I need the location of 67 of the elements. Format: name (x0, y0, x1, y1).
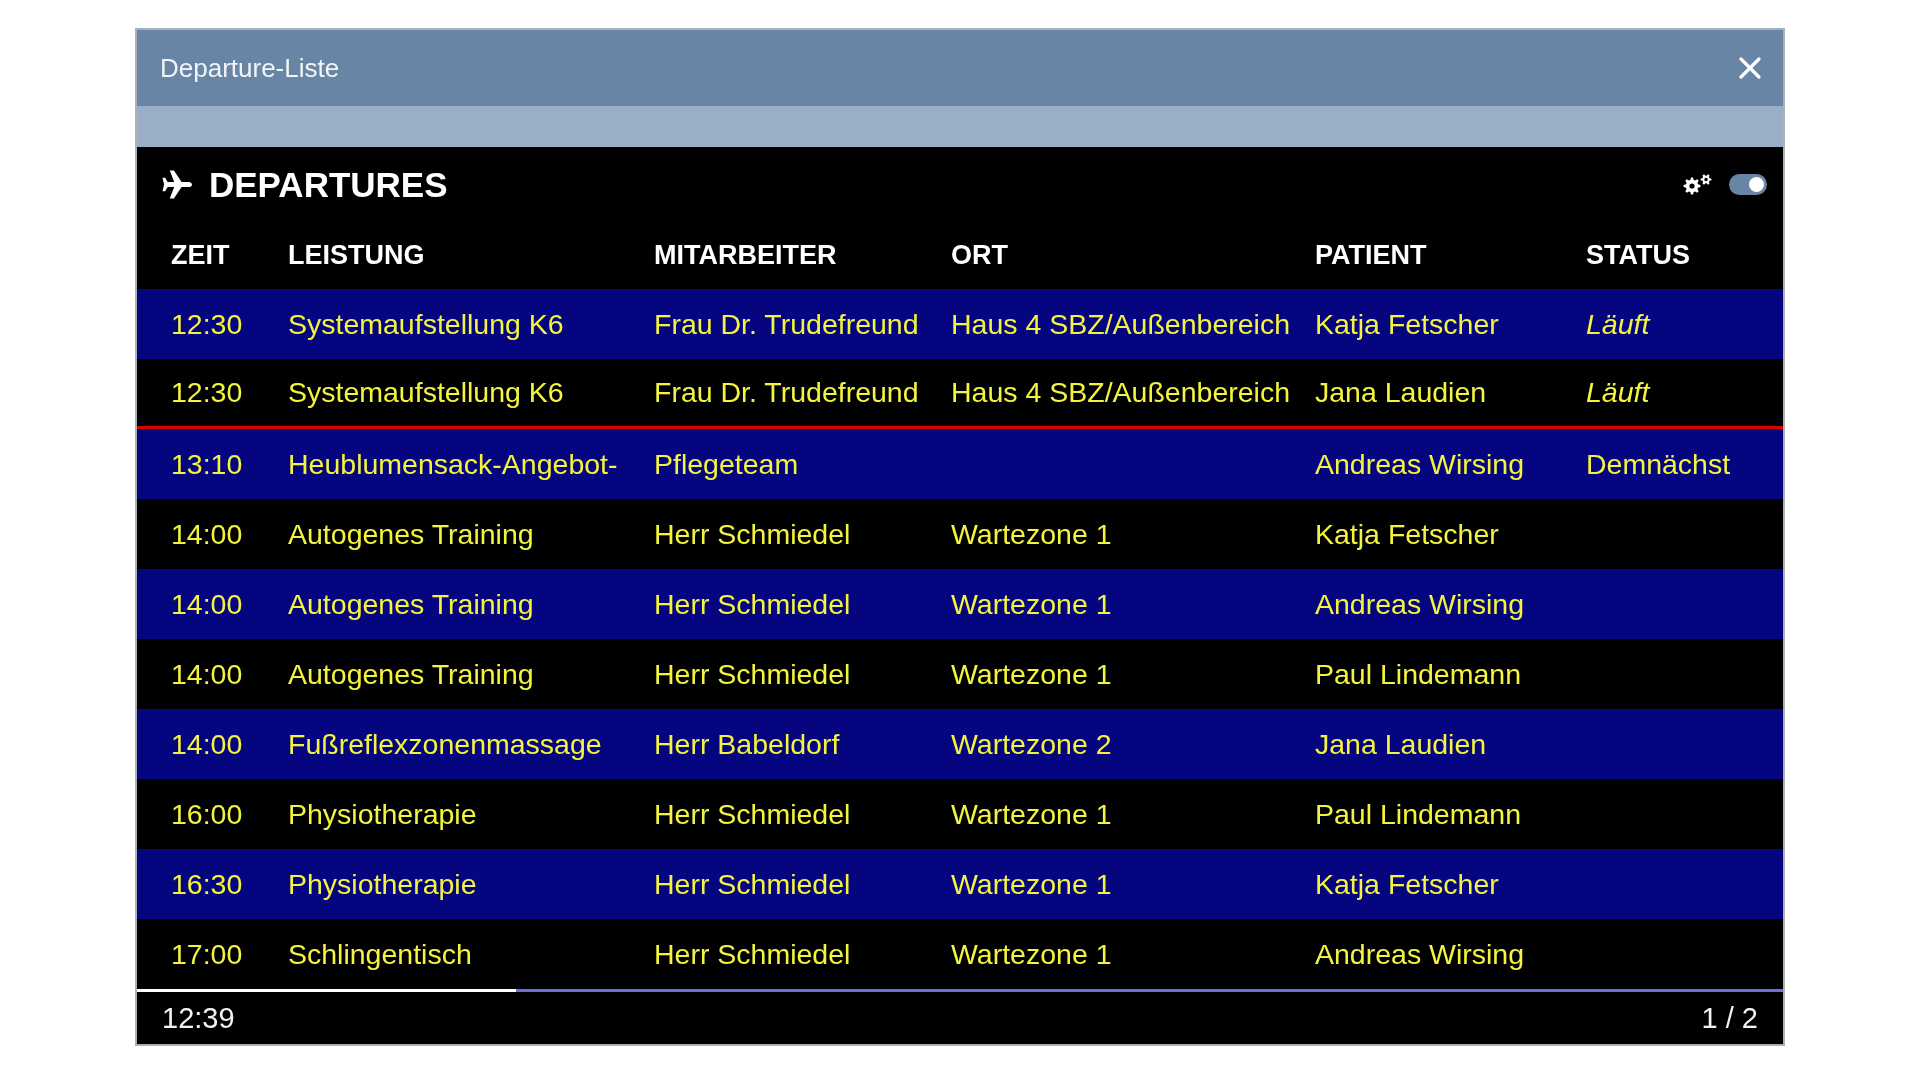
table-cell: Demnächst (1586, 447, 1731, 481)
table-cell: Physiotherapie (288, 797, 477, 831)
table-cell: Wartezone 1 (951, 587, 1112, 621)
table-cell: Haus 4 SBZ/Außenbereich (951, 376, 1290, 409)
toggle-switch[interactable] (1729, 173, 1767, 195)
table-cell: Herr Schmiedel (654, 937, 851, 971)
table-cell: Herr Schmiedel (654, 587, 851, 621)
column-header: MITARBEITER (654, 241, 837, 269)
table-cell: 12:30 (171, 307, 243, 341)
table-cell: Frau Dr. Trudefreund (654, 307, 919, 341)
table-cell: Andreas Wirsing (1315, 587, 1525, 621)
table-cell: Läuft (1586, 307, 1650, 341)
table-cell: Läuft (1586, 376, 1650, 409)
window-title: Departure-Liste (160, 55, 340, 81)
clock-time: 12:39 (162, 1003, 235, 1033)
table-cell: Heublumensack-Angebot- (288, 447, 618, 481)
table-cell: Andreas Wirsing (1315, 937, 1525, 971)
table-cell: Herr Schmiedel (654, 797, 851, 831)
board-heading: DEPARTURES (209, 166, 448, 202)
table-cell: 17:00 (171, 937, 243, 971)
column-header: PATIENT (1315, 241, 1427, 269)
table-cell: Wartezone 1 (951, 867, 1112, 901)
table-cell: Autogenes Training (288, 657, 534, 691)
table-cell: Schlingentisch (288, 937, 472, 971)
table-cell: Paul Lindemann (1315, 797, 1521, 831)
table-cell: Pflegeteam (654, 447, 799, 481)
column-header: ORT (951, 241, 1008, 269)
table-cell: Herr Schmiedel (654, 657, 851, 691)
table-cell: 14:00 (171, 517, 243, 551)
table-cell: 12:30 (171, 376, 243, 409)
page-indicator: 1 / 2 (1701, 1003, 1758, 1033)
table-cell: Jana Laudien (1315, 727, 1487, 761)
table-cell: Autogenes Training (288, 517, 534, 551)
settings-icon[interactable] (1683, 173, 1713, 195)
table-cell: Katja Fetscher (1315, 867, 1499, 901)
airplane-icon (162, 169, 193, 199)
table-cell: Fußreflexzonenmassage (288, 727, 602, 761)
table-cell: Frau Dr. Trudefreund (654, 376, 919, 409)
table-cell: Katja Fetscher (1315, 517, 1499, 551)
column-header: ZEIT (171, 241, 230, 269)
table-cell: Andreas Wirsing (1315, 447, 1525, 481)
table-cell: Systemaufstellung K6 (288, 307, 564, 341)
table-cell: Herr Schmiedel (654, 867, 851, 901)
table-cell: Haus 4 SBZ/Außenbereich (951, 307, 1290, 341)
table-cell: 16:00 (171, 797, 243, 831)
table-cell: 14:00 (171, 657, 243, 691)
table-cell: Wartezone 1 (951, 797, 1112, 831)
table-cell: Wartezone 2 (951, 727, 1112, 761)
table-cell: Wartezone 1 (951, 517, 1112, 551)
table-cell: Jana Laudien (1315, 376, 1487, 409)
table-cell: 13:10 (171, 447, 243, 481)
table-cell: Autogenes Training (288, 587, 534, 621)
table-cell: Systemaufstellung K6 (288, 376, 564, 409)
close-button[interactable] (1739, 57, 1761, 79)
table-cell: Paul Lindemann (1315, 657, 1521, 691)
column-header: LEISTUNG (288, 241, 425, 269)
table-cell: 16:30 (171, 867, 243, 901)
table-cell: Wartezone 1 (951, 937, 1112, 971)
table-cell: Katja Fetscher (1315, 307, 1499, 341)
table-cell: 14:00 (171, 727, 243, 761)
column-header: STATUS (1586, 241, 1690, 269)
table-cell: Physiotherapie (288, 867, 477, 901)
table-cell: Herr Babeldorf (654, 727, 840, 761)
table-cell: Wartezone 1 (951, 657, 1112, 691)
table-cell: 14:00 (171, 587, 243, 621)
table-cell: Herr Schmiedel (654, 517, 851, 551)
close-icon (1739, 57, 1761, 79)
